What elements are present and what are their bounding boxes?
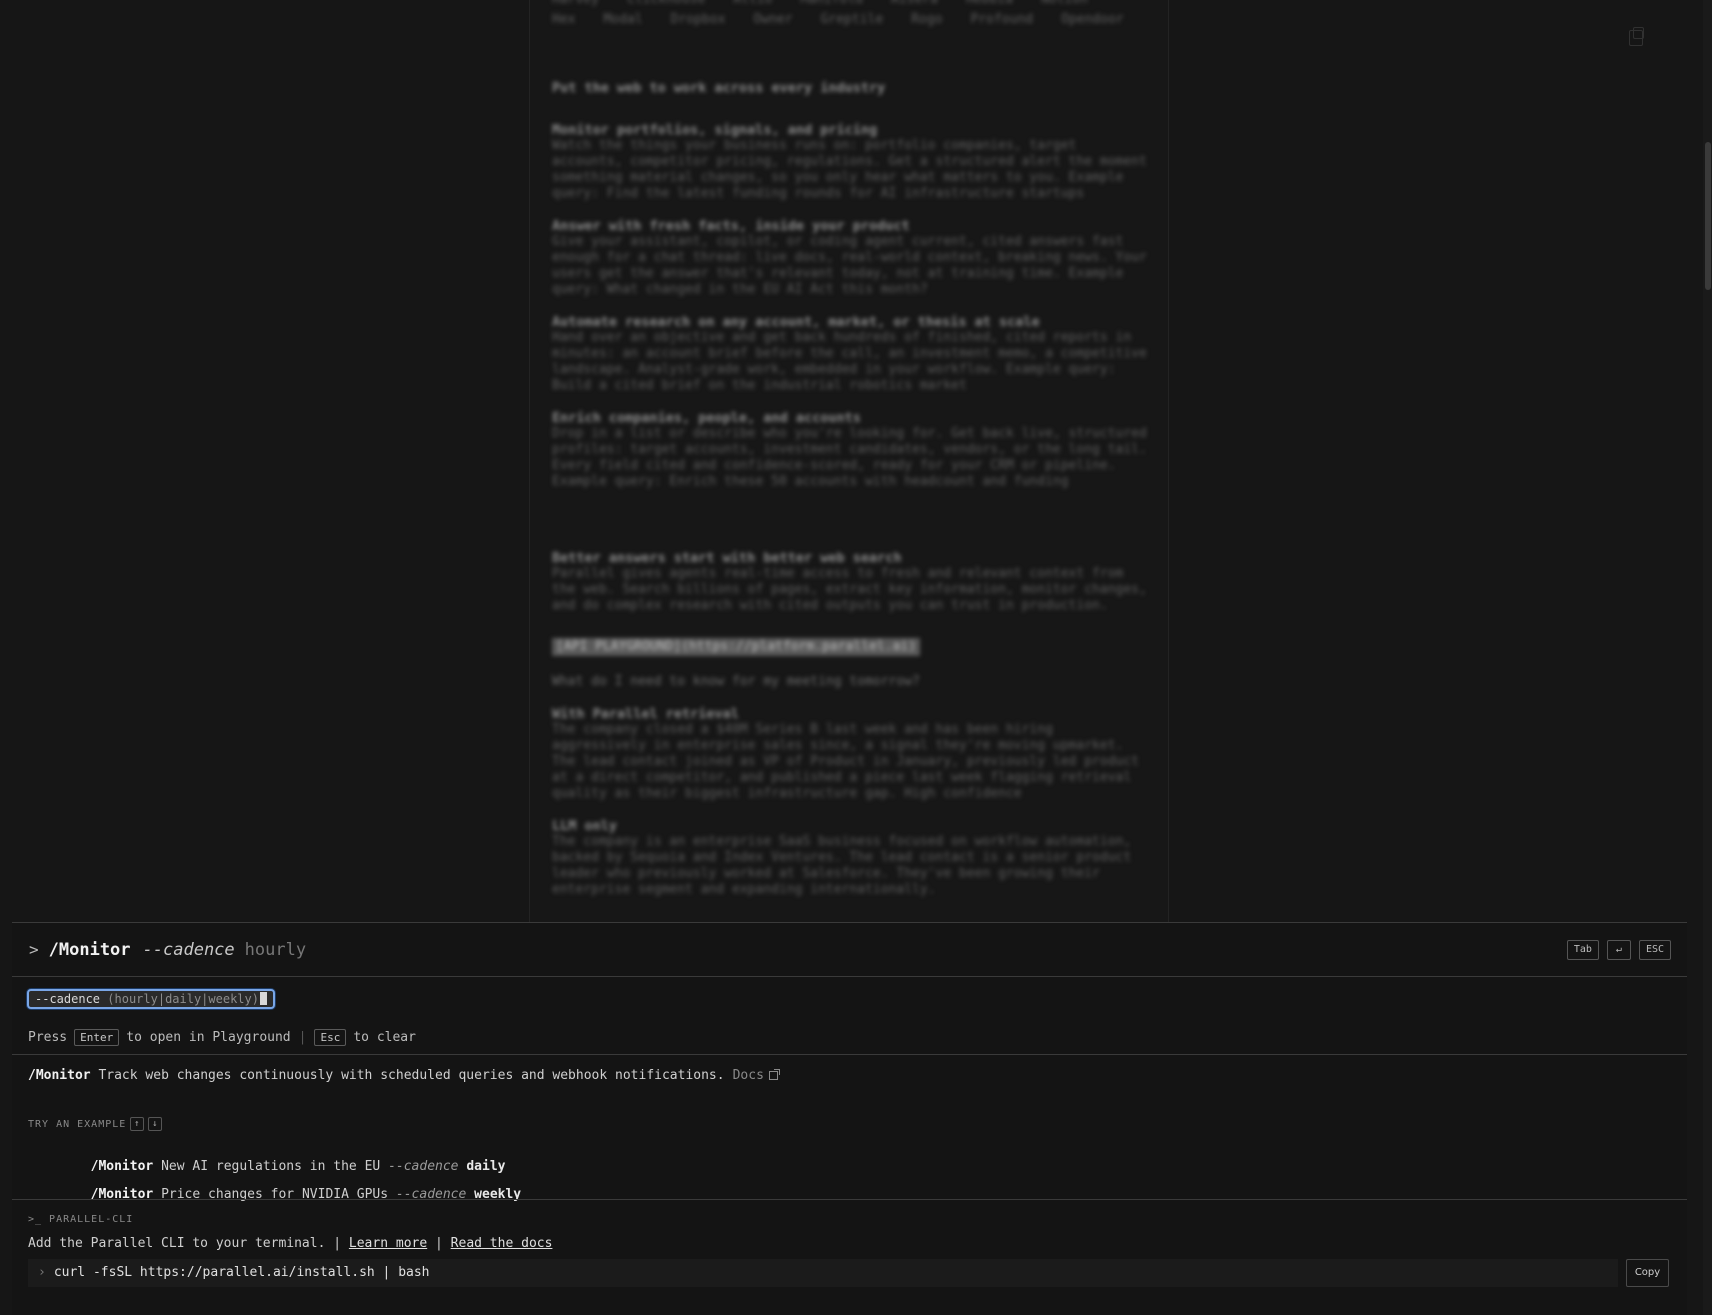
customer-logo: Manifold [800,0,863,8]
customer-logo: Rogo [911,12,943,27]
customer-logo: Attio [733,0,772,8]
read-docs-link[interactable]: Read the docs [451,1236,553,1251]
cli-label: >_ PARALLEL-CLI [28,1214,134,1225]
key-hints: Tab ↵ ESC [1566,940,1671,960]
desc-command: /Monitor [28,1068,91,1083]
logo-row: Hex Modal Dropbox Owner Greptile Rogo Profound… [552,12,1152,28]
command-flag: --cadence [142,939,235,960]
learn-more-link[interactable]: Learn more [349,1236,427,1251]
tab-key[interactable]: Tab [1566,940,1599,960]
use-case-body: Drop in a list or describe who you're lo… [552,426,1147,489]
cli-section: >_ PARALLEL-CLI Add the Parallel CLI to … [12,1199,1687,1315]
scrollbar[interactable] [1703,0,1712,1315]
use-case-title: Answer with fresh facts, inside your pro… [552,218,910,234]
command-input-row[interactable]: > /Monitor --cadence hourly Tab ↵ ESC [12,923,1687,977]
copy-icon[interactable] [1629,27,1644,46]
use-case-block: Automate research on any account, market… [552,314,1152,394]
docs-link[interactable]: Docs [732,1068,780,1083]
customer-logo: Profound [970,12,1034,27]
llm-title: LLM only [552,818,618,834]
try-label-text: TRY AN EXAMPLE [28,1118,127,1130]
use-case-title: Automate research on any account, market… [552,314,1040,330]
external-link-icon [768,1069,780,1080]
separator: | [333,1236,342,1251]
llm-body: The company is an enterprise SaaS busine… [552,834,1132,897]
use-case-block: Enrich companies, people, and accounts Dr… [552,410,1152,490]
customer-logo: Notion [1041,0,1088,8]
esc-key-hint: Esc [314,1029,347,1046]
scrollbar-thumb[interactable] [1705,142,1711,290]
command-description: /Monitor Track web changes continuously … [28,1068,780,1083]
page: Harvey Clickhouse Attio Manifold Aisera Hebbi… [0,0,1712,1315]
enter-key-hint: Enter [74,1029,120,1046]
cli-text: Add the Parallel CLI to your terminal. |… [28,1236,552,1251]
chevron-right-icon: › [38,1265,46,1280]
separator: | [298,1030,307,1045]
customer-logo: Hex [552,12,576,27]
text-cursor [259,992,267,1005]
enter-key[interactable]: ↵ [1606,940,1631,960]
industry-heading: Put the web to work across every industr… [552,80,886,96]
command-palette: > /Monitor --cadence hourly Tab ↵ ESC --… [12,922,1687,1315]
flag-chip[interactable]: --cadence (hourly|daily|weekly) [27,989,275,1009]
use-case-block: Monitor portfolios, signals, and pricing… [552,122,1152,202]
customer-logo: Hebbia [966,0,1013,8]
use-case-title: Enrich companies, people, and accounts [552,410,861,426]
customer-logo: Owner [753,12,793,27]
better-title: Better answers start with better web sea… [552,550,902,566]
use-case-body: Give your assistant, copilot, or coding … [552,234,1147,297]
customer-logo: Opendoor [1061,12,1124,27]
desc-text: Track web changes continuously with sche… [98,1068,725,1083]
docs-label: Docs [732,1068,764,1083]
chip-flag: --cadence [35,992,101,1006]
arrow-down-icon[interactable]: ↓ [148,1117,163,1131]
enter-hint-text: to open in Playground [126,1030,291,1045]
cli-description: Add the Parallel CLI to your terminal. [28,1236,326,1251]
escape-key[interactable]: ESC [1638,940,1671,960]
use-case-body: Watch the things your business runs on: … [552,138,1147,201]
logo-row: Harvey Clickhouse Attio Manifold Aisera Hebbi… [552,0,1152,8]
use-case-title: Monitor portfolios, signals, and pricing [552,122,878,138]
with-title: With Parallel retrieval [552,706,739,722]
try-example-label: TRY AN EXAMPLE ↑ ↓ [28,1117,163,1131]
flag-value-placeholder[interactable]: hourly [245,940,306,960]
example-question: What do I need to know for my meeting to… [552,674,920,689]
customer-logo: Aisera [891,0,938,8]
use-case-body: Hand over an objective and get back hund… [552,330,1147,393]
press-hint: Press Enter to open in Playground | Esc … [28,1029,416,1046]
separator: | [435,1236,443,1251]
press-prefix: Press [28,1030,68,1045]
use-case-block: Answer with fresh facts, inside your pro… [552,218,1152,298]
customer-logo: Modal [603,12,643,27]
command-name: /Monitor [48,939,131,960]
install-command-box[interactable]: › curl -fsSL https://parallel.ai/install.… [28,1259,1618,1287]
chip-options: (hourly|daily|weekly) [107,992,259,1006]
copy-button[interactable]: Copy [1626,1259,1669,1287]
install-command: curl -fsSL https://parallel.ai/install.s… [53,1265,430,1280]
background-document: Harvey Clickhouse Attio Manifold Aisera Hebbi… [552,0,1152,914]
customer-logo: Dropbox [670,12,726,27]
with-body: The company closed a $40M Series B last … [552,722,1139,801]
better-body: Parallel gives agents real-time access t… [552,566,1147,613]
customer-logo: Clickhouse [627,0,705,8]
customer-logo: Harvey [552,0,599,8]
command-description-section: /Monitor Track web changes continuously … [12,1054,1687,1202]
customer-logo: Greptile [820,12,884,27]
arrow-up-icon[interactable]: ↑ [130,1117,145,1131]
playground-pill[interactable]: [API PLAYGROUND](https://platform.parall… [552,638,921,656]
prompt-icon: > [29,940,39,959]
esc-hint-text: to clear [353,1030,416,1045]
